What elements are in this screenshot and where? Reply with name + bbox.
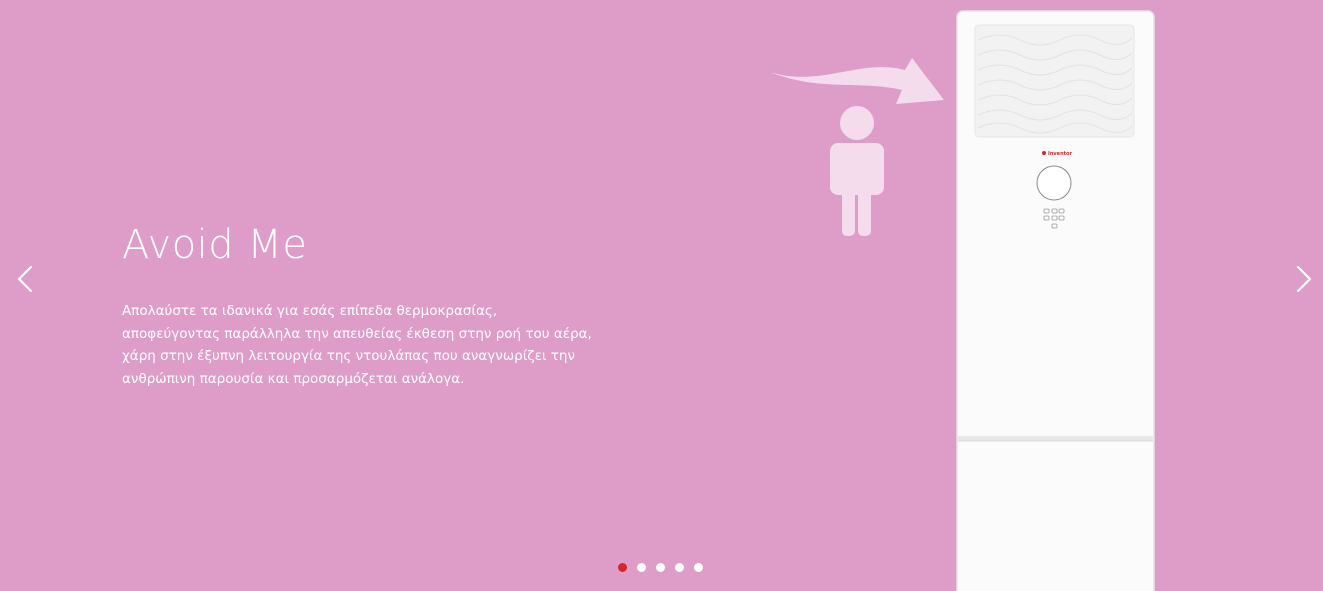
slide-description-line: Απολαύστε τα ιδανικά για εσάς επίπεδα θε… bbox=[122, 303, 498, 319]
ac-unit-image: Inventor bbox=[956, 10, 1155, 591]
slide-description-line: αποφεύγοντας παράλληλα την απευθείας έκθ… bbox=[122, 325, 592, 342]
pagination-dot-active[interactable] bbox=[618, 563, 627, 572]
hero-slide: Inventor Avoid Me Απολαύστε τα ιδανικά γ… bbox=[0, 0, 1323, 591]
chevron-right-icon bbox=[1296, 265, 1312, 293]
pagination-dot[interactable] bbox=[656, 563, 665, 572]
prev-slide-button[interactable] bbox=[10, 262, 40, 296]
slide-description-line: ανθρώπινη παρουσία και προσαρμόζεται ανά… bbox=[122, 370, 465, 387]
pagination-dot[interactable] bbox=[637, 563, 646, 572]
chevron-left-icon bbox=[17, 265, 33, 293]
unit-brand-label: Inventor bbox=[1048, 151, 1072, 157]
slide-description: Απολαύστε τα ιδανικά για εσάς επίπεδα θε… bbox=[122, 300, 592, 390]
pagination-dot[interactable] bbox=[675, 563, 684, 572]
pagination-dot[interactable] bbox=[694, 563, 703, 572]
slide-description-line: χάρη στην έξυπνη λειτουργία της ντουλάπα… bbox=[122, 348, 576, 364]
person-icon bbox=[830, 106, 884, 236]
slide-title: Avoid Me bbox=[122, 222, 308, 268]
slide-pagination bbox=[618, 563, 703, 575]
airflow-arrow-icon bbox=[770, 58, 944, 104]
product-illustration: Inventor bbox=[770, 10, 1155, 591]
next-slide-button[interactable] bbox=[1290, 262, 1320, 296]
